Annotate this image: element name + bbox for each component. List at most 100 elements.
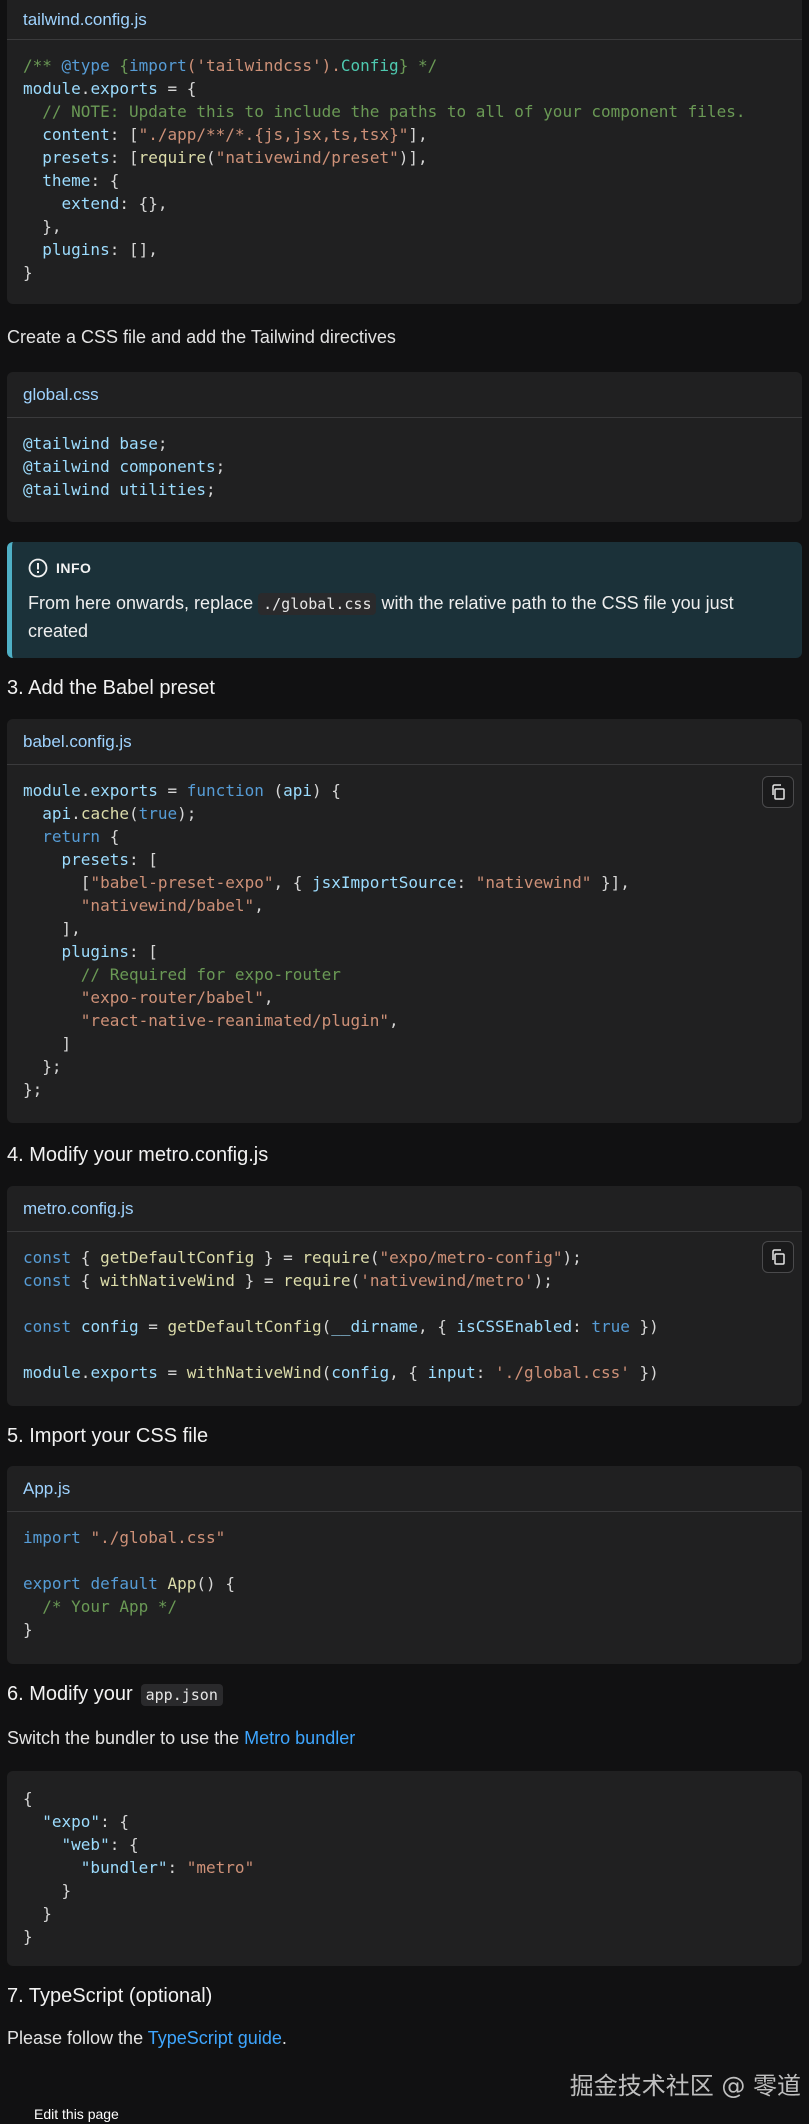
code-token: { [23,1789,33,1808]
code-token: () { [196,1574,235,1593]
code-token: } [23,263,33,282]
code-token: . [80,79,91,98]
code-token: 'nativewind/metro' [360,1271,534,1290]
code-content: module.exports = function (api) { api.ca… [7,765,802,1101]
code-line: presets: [ [23,848,786,871]
code-token: ( [369,1248,380,1267]
code-token: module [23,1363,81,1382]
code-token: , [389,1011,399,1030]
code-token: , [263,988,274,1007]
code-token: "nativewind/babel" [80,896,255,915]
code-token: module [23,79,81,98]
code-token: @tailwind [23,480,120,499]
code-line: const config = getDefaultConfig(__dirnam… [23,1315,786,1338]
code-token: const [23,1248,72,1267]
code-content: /** @type {import('tailwindcss').Config}… [7,40,802,284]
code-token: : [456,873,476,892]
code-token: function [186,781,264,800]
code-token: utilities [119,480,207,499]
code-token: withNativeWind [186,1363,322,1382]
code-token: presets [61,850,129,869]
code-line: // Required for expo-router [23,963,786,986]
info-label: INFO [56,560,92,576]
code-token: @tailwind [23,434,120,453]
code-token: ( [350,1271,361,1290]
code-token: ], [23,919,81,938]
code-block-metro-config: metro.config.js const { getDefaultConfig… [7,1186,802,1406]
code-token: : [167,1858,187,1877]
code-line: const { getDefaultConfig } = require("ex… [23,1246,786,1269]
code-line: export default App() { [23,1572,786,1595]
code-token: // NOTE: Update this to include the path… [23,102,746,121]
code-token: "expo-router/babel" [80,988,264,1007]
code-token: : [475,1363,496,1382]
code-line: } [23,1618,786,1641]
code-block-babel-config: babel.config.js module.exports = functio… [7,719,802,1123]
metro-bundler-link[interactable]: Metro bundler [244,1728,355,1748]
code-token: : [ [109,125,139,144]
code-line: { [23,1787,786,1810]
code-token: { [71,1271,101,1290]
code-token: App [167,1574,197,1593]
code-token: "expo/metro-config" [379,1248,563,1267]
code-token: true [591,1317,630,1336]
code-token: ); [562,1248,582,1267]
code-token: { [100,827,120,846]
code-token: "nativewind" [475,873,592,892]
code-line: } [23,1902,786,1925]
code-token: api [283,781,313,800]
code-token: , { [389,1363,428,1382]
copy-button[interactable] [762,1241,794,1273]
code-line: "expo-router/babel", [23,986,786,1009]
code-token: base [119,434,158,453]
code-token: require [283,1271,351,1290]
code-token: : [ [128,850,158,869]
heading-add-babel-preset: 3. Add the Babel preset [7,677,215,699]
heading-modify-app-json: 6. Modify your app.json [7,1683,223,1706]
info-admonition: INFO From here onwards, replace ./global… [7,542,802,658]
code-line: ] [23,1032,786,1055]
code-token: /* Your App */ [23,1597,178,1616]
code-content: { "expo": { "web": { "bundler": "metro" … [7,1771,802,1948]
code-token: // Required for expo-router [23,965,341,984]
code-token: exports [90,1363,158,1382]
code-token: plugins [61,942,129,961]
code-token: = [157,1363,187,1382]
code-content: import "./global.css" export default App(… [7,1512,802,1641]
copy-button[interactable] [762,776,794,808]
code-line: "nativewind/babel", [23,894,786,917]
code-token: : [572,1317,592,1336]
code-token: require [302,1248,370,1267]
code-token: config [80,1317,139,1336]
code-token: }) [629,1363,659,1382]
edit-page-link[interactable]: Edit this page [34,2106,119,2122]
code-token: api [42,804,72,823]
code-token: } [23,1620,33,1639]
code-line: content: ["./app/**/*.{js,jsx,ts,tsx}"], [23,123,786,146]
watermark: 掘金技术社区 @ 零道 [569,2072,801,2100]
code-line: plugins: [ [23,940,786,963]
code-content: const { getDefaultConfig } = require("ex… [7,1232,802,1384]
code-token: ; [157,434,168,453]
code-token: : { [90,171,120,190]
code-line: "expo": { [23,1810,786,1833]
code-token: = [138,1317,168,1336]
typescript-guide-link[interactable]: TypeScript guide [148,2028,282,2048]
code-token: "bundler" [80,1858,168,1877]
code-token: } = [254,1248,303,1267]
code-line: @tailwind components; [23,455,786,478]
code-line: "react-native-reanimated/plugin", [23,1009,786,1032]
code-token: default [90,1574,158,1593]
